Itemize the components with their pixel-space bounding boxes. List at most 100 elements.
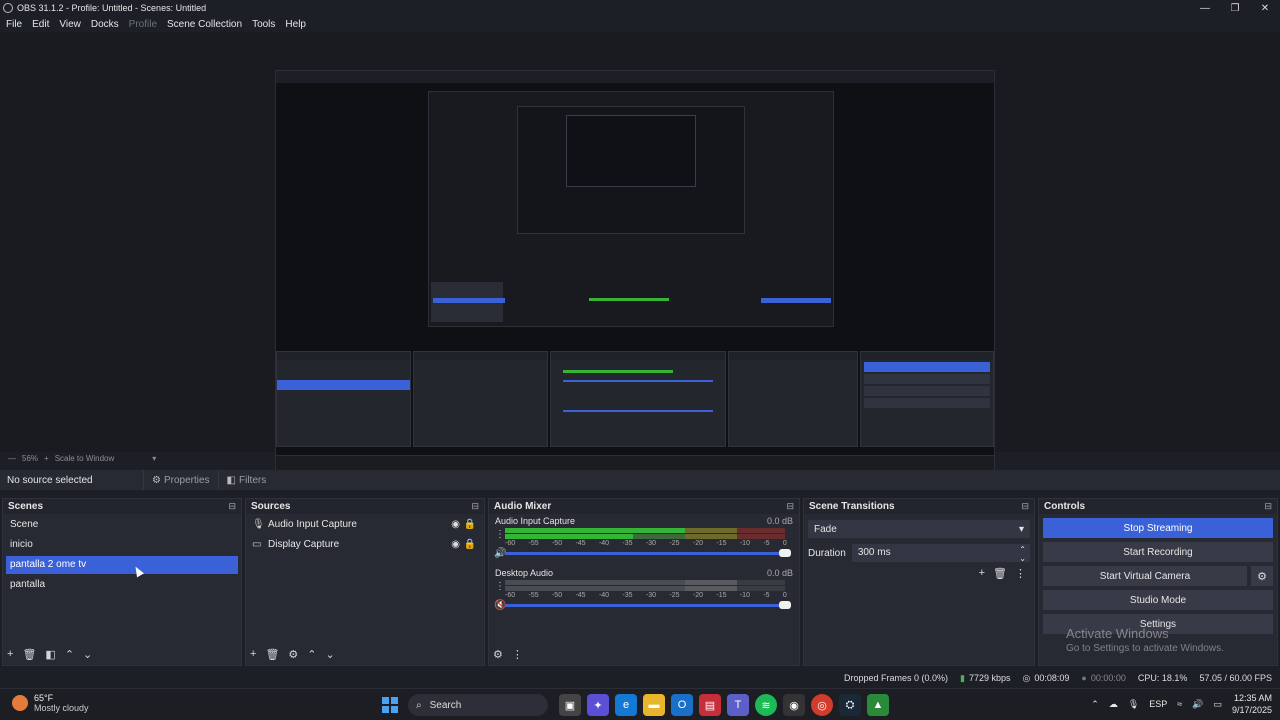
duration-input[interactable]: 300 ms ⌃ ⌄ xyxy=(851,544,1030,563)
menu-file[interactable]: File xyxy=(6,19,22,30)
transition-select[interactable]: Fade ▾ xyxy=(808,520,1030,538)
microphone-icon[interactable]: 🎙 xyxy=(1128,699,1139,710)
window-controls: — ❐ ✕ xyxy=(1190,0,1280,16)
eye-icon[interactable]: ◉ xyxy=(451,539,460,550)
close-button[interactable]: ✕ xyxy=(1250,0,1280,16)
chevron-up-icon[interactable]: ⌃ xyxy=(1091,699,1099,710)
slider-knob[interactable] xyxy=(779,601,791,609)
time: 12:35 AM xyxy=(1233,693,1272,703)
task-view-icon[interactable]: ▣ xyxy=(559,694,581,716)
scene-item[interactable]: inicio xyxy=(6,536,238,554)
preview-area[interactable] xyxy=(0,32,1280,476)
teams-icon[interactable]: T xyxy=(727,694,749,716)
lock-icon[interactable]: 🔒 xyxy=(464,519,476,530)
spotify-icon[interactable]: ≋ xyxy=(755,694,777,716)
trash-icon[interactable]: 🗑 xyxy=(993,567,1007,580)
preview-canvas[interactable] xyxy=(275,70,995,476)
battery-icon[interactable]: ▭ xyxy=(1213,699,1222,710)
dock-float-icon[interactable]: ⊟ xyxy=(471,501,479,512)
gear-icon[interactable]: ⚙ xyxy=(1251,566,1273,586)
volume-slider[interactable] xyxy=(505,549,791,557)
clock[interactable]: 12:35 AM 9/17/2025 xyxy=(1232,692,1272,716)
dock-float-icon[interactable]: ⊟ xyxy=(1021,501,1029,512)
volume-slider[interactable] xyxy=(505,601,791,609)
transitions-header: Scene Transitions ⊟ xyxy=(804,499,1034,514)
spin-down-icon[interactable]: ⌄ xyxy=(1019,550,1026,568)
menu-tools[interactable]: Tools xyxy=(252,19,275,30)
filters-label: Filters xyxy=(239,474,267,486)
chevron-up-icon[interactable]: ⌃ xyxy=(65,648,74,661)
trash-icon[interactable]: 🗑 xyxy=(22,648,36,661)
chevron-up-icon[interactable]: ⌃ xyxy=(307,648,316,661)
chevron-down-icon[interactable]: ⌄ xyxy=(326,648,335,661)
chevron-down-icon[interactable]: ▾ xyxy=(152,454,156,463)
scene-transitions-dock: Scene Transitions ⊟ Fade ▾ Duration 300 … xyxy=(803,498,1035,666)
kebab-menu-icon[interactable]: ⋮ xyxy=(495,581,505,592)
file-explorer-icon[interactable]: ▬ xyxy=(643,694,665,716)
dock-float-icon[interactable]: ⊟ xyxy=(1264,501,1272,512)
edge-icon[interactable]: e xyxy=(615,694,637,716)
add-icon[interactable]: + xyxy=(7,648,13,660)
start-recording-button[interactable]: Start Recording xyxy=(1043,542,1273,562)
obs-icon[interactable]: ◉ xyxy=(783,694,805,716)
outlook-icon[interactable]: O xyxy=(671,694,693,716)
sources-dock: Sources ⊟ 🎙 Audio Input Capture ◉ 🔒 ▭ Di… xyxy=(245,498,485,666)
monitor-icon: ▭ xyxy=(252,538,262,550)
stop-streaming-button[interactable]: Stop Streaming xyxy=(1043,518,1273,538)
add-icon[interactable]: + xyxy=(250,648,256,660)
start-virtual-camera-button[interactable]: Start Virtual Camera xyxy=(1043,566,1247,586)
cloud-icon[interactable]: ☁ xyxy=(1109,699,1118,710)
controls-header: Controls ⊟ xyxy=(1039,499,1277,514)
source-item[interactable]: 🎙 Audio Input Capture ◉ 🔒 xyxy=(246,514,484,534)
kebab-menu-icon[interactable]: ⋮ xyxy=(495,529,505,540)
filters-button[interactable]: ◧ Filters xyxy=(217,470,275,490)
dock-float-icon[interactable]: ⊟ xyxy=(786,501,794,512)
chrome-icon[interactable]: ◎ xyxy=(811,694,833,716)
filter-icon: ◧ xyxy=(226,474,236,486)
steam-icon[interactable]: ⛭ xyxy=(839,694,861,716)
volume-meter xyxy=(505,534,785,539)
date: 9/17/2025 xyxy=(1231,705,1272,715)
android-icon[interactable]: ▲ xyxy=(867,694,889,716)
filter-icon[interactable]: ◧ xyxy=(45,648,55,661)
chevron-down-icon[interactable]: ⌄ xyxy=(83,648,92,661)
eye-icon[interactable]: ◉ xyxy=(451,519,460,530)
trash-icon[interactable]: 🗑 xyxy=(265,648,279,661)
wifi-icon[interactable]: ≈ xyxy=(1177,699,1182,709)
menu-view[interactable]: View xyxy=(59,19,81,30)
menu-edit[interactable]: Edit xyxy=(32,19,49,30)
scene-item[interactable]: Scene xyxy=(6,516,238,534)
studio-mode-button[interactable]: Studio Mode xyxy=(1043,590,1273,610)
menu-help[interactable]: Help xyxy=(285,19,306,30)
scene-item[interactable]: pantalla xyxy=(6,576,238,594)
scale-mode-label[interactable]: Scale to Window xyxy=(55,454,115,463)
volume-icon[interactable]: 🔊 xyxy=(1192,699,1203,710)
kebab-menu-icon[interactable]: ⋮ xyxy=(512,648,523,661)
windows-start-icon[interactable] xyxy=(382,697,398,713)
scene-item-selected[interactable]: pantalla 2 ome tv xyxy=(6,556,238,574)
dock-float-icon[interactable]: ⊟ xyxy=(228,501,236,512)
properties-button[interactable]: ⚙ Properties xyxy=(143,470,218,490)
record-time: 00:00:00 xyxy=(1090,673,1126,683)
slider-knob[interactable] xyxy=(779,549,791,557)
zoom-minus-icon[interactable]: — xyxy=(8,454,16,463)
language-indicator[interactable]: ESP xyxy=(1149,699,1167,709)
kebab-menu-icon[interactable]: ⋮ xyxy=(1015,567,1026,580)
add-icon[interactable]: + xyxy=(979,567,985,580)
zoom-plus-button[interactable]: + xyxy=(44,454,49,463)
minimize-button[interactable]: — xyxy=(1190,0,1220,16)
menu-profile[interactable]: Profile xyxy=(129,19,157,30)
source-item[interactable]: ▭ Display Capture ◉ 🔒 xyxy=(246,534,484,554)
source-label: Audio Input Capture xyxy=(268,518,357,530)
copilot-icon[interactable]: ✦ xyxy=(587,694,609,716)
menu-docks[interactable]: Docks xyxy=(91,19,119,30)
taskbar-search[interactable]: ⌕ Search xyxy=(408,694,548,716)
preview-nested-menu xyxy=(276,83,994,91)
weather-widget[interactable]: 65°F Mostly cloudy xyxy=(12,693,89,713)
maximize-button[interactable]: ❐ xyxy=(1220,0,1250,16)
store-icon[interactable]: ▤ xyxy=(699,694,721,716)
advanced-audio-icon[interactable]: ⚙ xyxy=(493,648,503,661)
menu-scene-collection[interactable]: Scene Collection xyxy=(167,19,242,30)
lock-icon[interactable]: 🔒 xyxy=(464,539,476,550)
gear-icon[interactable]: ⚙ xyxy=(288,648,298,661)
